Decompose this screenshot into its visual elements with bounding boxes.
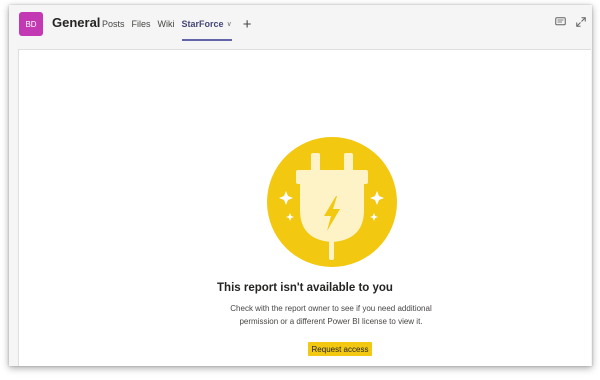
report-content-pane: This report isn't available to you Check… <box>18 49 591 366</box>
tab-starforce-label: StarForce <box>181 19 224 29</box>
tab-starforce[interactable]: StarForce ∨ <box>181 5 232 43</box>
header-actions <box>555 17 586 27</box>
message-body-line-2: permission or a different Power BI licen… <box>239 317 423 326</box>
plus-icon[interactable]: + <box>243 17 252 32</box>
team-avatar[interactable]: BD <box>19 12 43 36</box>
unavailable-message-title: This report isn't available to you <box>217 282 393 294</box>
request-access-button[interactable]: Request access <box>308 342 372 356</box>
tab-files[interactable]: Files <box>132 5 151 43</box>
unavailable-message-body: Check with the report owner to see if yo… <box>205 302 457 328</box>
conversation-icon[interactable] <box>555 17 566 27</box>
teams-window: BD General Posts Files Wiki StarForce ∨ … <box>9 5 592 366</box>
tab-posts-label: Posts <box>102 19 125 29</box>
tab-wiki[interactable]: Wiki <box>158 5 175 43</box>
channel-title: General <box>52 15 101 30</box>
chevron-down-icon[interactable]: ∨ <box>227 20 232 28</box>
expand-icon[interactable] <box>576 17 586 27</box>
tab-wiki-label: Wiki <box>157 19 175 29</box>
plug-icon <box>266 136 398 268</box>
channel-tabs: Posts Files Wiki StarForce ∨ + <box>102 5 251 43</box>
message-body-line-1: Check with the report owner to see if yo… <box>230 304 432 313</box>
channel-header: BD General Posts Files Wiki StarForce ∨ … <box>9 5 592 43</box>
tab-files-label: Files <box>131 19 151 29</box>
tab-posts[interactable]: Posts <box>102 5 125 43</box>
team-avatar-initials: BD <box>25 19 37 29</box>
